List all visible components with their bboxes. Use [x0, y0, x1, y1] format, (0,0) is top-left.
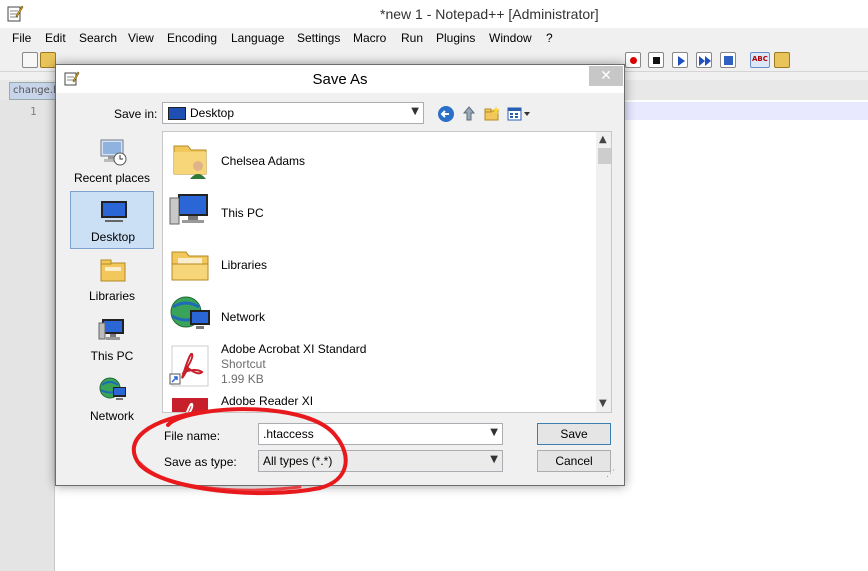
menu-search[interactable]: Search — [79, 31, 117, 45]
menu-macro[interactable]: Macro — [353, 31, 386, 45]
list-item[interactable]: Adobe Reader XI — [163, 392, 593, 412]
new-folder-icon[interactable] — [483, 105, 501, 123]
view-menu-icon[interactable] — [506, 105, 532, 123]
menu-window[interactable]: Window — [489, 31, 532, 45]
acrobat-shortcut-icon — [169, 345, 209, 387]
menu-edit[interactable]: Edit — [45, 31, 66, 45]
file-name: Adobe Acrobat XI Standard — [221, 342, 367, 356]
save-as-type-dropdown[interactable]: All types (*.*) ▼ — [258, 450, 503, 472]
places-bar: Recent places Desktop Libraries This PC … — [64, 131, 156, 479]
resize-grip-icon[interactable]: ⋰ — [606, 469, 615, 479]
run-macro-multiple-icon[interactable] — [696, 52, 712, 68]
close-icon[interactable]: ✕ — [589, 66, 623, 86]
spell-check-icon[interactable]: ABC — [750, 52, 770, 68]
desktop-small-icon — [168, 107, 186, 120]
file-name: This PC — [221, 206, 264, 220]
menu-run[interactable]: Run — [401, 31, 423, 45]
save-button[interactable]: Save — [537, 423, 611, 445]
save-macro-icon[interactable] — [720, 52, 736, 68]
reader-shortcut-icon — [172, 398, 208, 412]
list-item[interactable]: Network — [163, 288, 593, 340]
open-file-icon[interactable] — [40, 52, 56, 68]
file-size: 1.99 KB — [221, 372, 264, 386]
list-item[interactable]: This PC — [163, 184, 593, 236]
new-file-icon[interactable] — [22, 52, 38, 68]
list-item[interactable]: Libraries — [163, 236, 593, 288]
scroll-up-icon[interactable]: ▲ — [599, 134, 607, 145]
file-name: Chelsea Adams — [221, 154, 306, 168]
file-name-label: File name: — [164, 429, 221, 443]
libraries-icon — [171, 251, 209, 281]
desktop-icon — [101, 201, 127, 222]
list-item[interactable]: Adobe Acrobat XI Standard Shortcut 1.99 … — [163, 340, 593, 392]
line-number-gutter: 1 — [0, 100, 55, 571]
file-name: Libraries — [221, 258, 268, 272]
tab-document[interactable]: change.log — [9, 82, 57, 100]
file-list[interactable]: Chelsea Adams This PC Libraries Network … — [162, 131, 612, 413]
menu-bar: File Edit Search View Encoding Language … — [0, 28, 868, 48]
place-label: Libraries — [88, 289, 136, 303]
play-macro-icon[interactable] — [672, 52, 688, 68]
chevron-down-icon: ▼ — [411, 106, 419, 117]
place-label: Recent places — [73, 171, 151, 185]
save-in-value: Desktop — [190, 106, 235, 120]
menu-settings[interactable]: Settings — [297, 31, 340, 45]
place-label: Network — [89, 409, 134, 423]
menu-encoding[interactable]: Encoding — [167, 31, 217, 45]
menu-view[interactable]: View — [128, 31, 154, 45]
file-type: Shortcut — [221, 357, 266, 371]
place-desktop[interactable]: Desktop — [70, 191, 154, 249]
list-item[interactable]: Chelsea Adams — [163, 132, 593, 184]
menu-language[interactable]: Language — [231, 31, 284, 45]
menu-file[interactable]: File — [12, 31, 31, 45]
place-label: This PC — [90, 349, 134, 363]
this-pc-icon — [169, 194, 208, 225]
save-as-dialog: Save As ✕ Save in: Desktop ▼ Recent plac… — [55, 64, 625, 486]
chevron-down-icon: ▼ — [490, 454, 498, 465]
place-libraries[interactable]: Libraries — [70, 251, 154, 309]
save-in-dropdown[interactable]: Desktop ▼ — [162, 102, 424, 124]
menu-plugins[interactable]: Plugins — [436, 31, 475, 45]
recent-places-icon — [100, 139, 127, 166]
file-name: Adobe Reader XI — [221, 394, 314, 408]
dialog-title: Save As — [312, 71, 368, 88]
libraries-icon — [100, 259, 126, 282]
cancel-button[interactable]: Cancel — [537, 450, 611, 472]
notepadpp-window: *new 1 - Notepad++ [Administrator] File … — [0, 0, 868, 571]
title-bar: *new 1 - Notepad++ [Administrator] — [0, 0, 868, 28]
stop-macro-icon[interactable] — [648, 52, 664, 68]
user-folder-icon — [173, 145, 207, 179]
line-number: 1 — [30, 105, 37, 118]
scroll-thumb[interactable] — [598, 148, 611, 164]
window-title: *new 1 - Notepad++ [Administrator] — [380, 6, 599, 22]
dialog-title-bar: Save As ✕ — [56, 65, 624, 93]
place-network[interactable]: Network — [70, 371, 154, 429]
scroll-down-icon[interactable]: ▼ — [599, 398, 607, 409]
network-icon — [99, 377, 126, 400]
this-pc-icon — [98, 319, 124, 340]
network-icon — [170, 296, 210, 329]
back-arrow-icon[interactable] — [437, 105, 455, 123]
menu-help[interactable]: ? — [546, 31, 553, 45]
file-name-value: .htaccess — [263, 427, 314, 441]
file-list-scrollbar[interactable]: ▲ ▼ — [596, 132, 611, 412]
save-as-type-value: All types (*.*) — [263, 454, 333, 468]
up-folder-icon[interactable] — [460, 105, 478, 123]
place-label: Desktop — [90, 230, 136, 244]
save-in-label: Save in: — [114, 107, 158, 121]
record-macro-icon[interactable] — [625, 52, 641, 68]
file-name: Network — [221, 310, 266, 324]
place-recent-places[interactable]: Recent places — [70, 133, 154, 191]
chevron-down-icon[interactable]: ▼ — [490, 427, 498, 438]
plugin-folder-icon[interactable] — [774, 52, 790, 68]
save-as-type-label: Save as type: — [164, 455, 237, 469]
place-this-pc[interactable]: This PC — [70, 311, 154, 369]
file-name-field[interactable]: .htaccess ▼ — [258, 423, 503, 445]
